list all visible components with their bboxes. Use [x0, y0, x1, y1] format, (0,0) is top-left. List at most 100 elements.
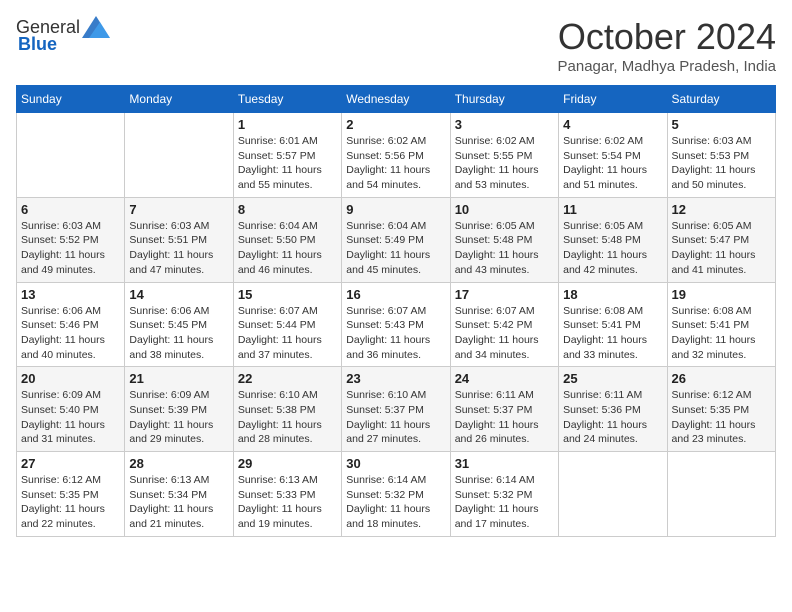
logo-blue: Blue [18, 34, 57, 55]
day-info: Sunrise: 6:14 AMSunset: 5:32 PMDaylight:… [346, 473, 445, 532]
day-number: 1 [238, 117, 337, 132]
calendar-cell: 17 Sunrise: 6:07 AMSunset: 5:42 PMDayligh… [450, 282, 558, 367]
calendar-cell: 8 Sunrise: 6:04 AMSunset: 5:50 PMDaylight… [233, 197, 341, 282]
day-number: 19 [672, 287, 771, 302]
day-number: 17 [455, 287, 554, 302]
calendar-cell: 10 Sunrise: 6:05 AMSunset: 5:48 PMDayligh… [450, 197, 558, 282]
day-number: 27 [21, 456, 120, 471]
day-info: Sunrise: 6:03 AMSunset: 5:52 PMDaylight:… [21, 219, 120, 278]
calendar-cell: 7 Sunrise: 6:03 AMSunset: 5:51 PMDaylight… [125, 197, 233, 282]
weekday-header-tuesday: Tuesday [233, 86, 341, 113]
calendar-cell: 12Sunrise: 6:05 AMSunset: 5:47 PMDayligh… [667, 197, 775, 282]
calendar-cell: 20Sunrise: 6:09 AMSunset: 5:40 PMDayligh… [17, 367, 125, 452]
day-number: 22 [238, 371, 337, 386]
day-info: Sunrise: 6:09 AMSunset: 5:39 PMDaylight:… [129, 388, 228, 447]
day-number: 24 [455, 371, 554, 386]
day-number: 15 [238, 287, 337, 302]
week-row-1: 1Sunrise: 6:01 AMSunset: 5:57 PMDaylight… [17, 113, 776, 198]
calendar-cell: 26 Sunrise: 6:12 AMSunset: 5:35 PMDayligh… [667, 367, 775, 452]
day-number: 13 [21, 287, 120, 302]
calendar-cell: 1Sunrise: 6:01 AMSunset: 5:57 PMDaylight… [233, 113, 341, 198]
weekday-header-row: SundayMondayTuesdayWednesdayThursdayFrid… [17, 86, 776, 113]
calendar-cell: 14Sunrise: 6:06 AMSunset: 5:45 PMDayligh… [125, 282, 233, 367]
day-info: Sunrise: 6:05 AMSunset: 5:48 PMDaylight:… [563, 219, 662, 278]
calendar-cell: 29 Sunrise: 6:13 AMSunset: 5:33 PMDayligh… [233, 452, 341, 537]
calendar-cell: 21Sunrise: 6:09 AMSunset: 5:39 PMDayligh… [125, 367, 233, 452]
calendar-cell: 6 Sunrise: 6:03 AMSunset: 5:52 PMDaylight… [17, 197, 125, 282]
calendar-cell [125, 113, 233, 198]
day-number: 29 [238, 456, 337, 471]
day-info: Sunrise: 6:03 AMSunset: 5:51 PMDaylight:… [129, 219, 228, 278]
month-title: October 2024 [558, 16, 776, 58]
calendar-cell: 27 Sunrise: 6:12 AMSunset: 5:35 PMDayligh… [17, 452, 125, 537]
week-row-2: 6 Sunrise: 6:03 AMSunset: 5:52 PMDaylight… [17, 197, 776, 282]
weekday-header-wednesday: Wednesday [342, 86, 450, 113]
calendar-cell [667, 452, 775, 537]
calendar-cell: 19 Sunrise: 6:08 AMSunset: 5:41 PMDayligh… [667, 282, 775, 367]
weekday-header-friday: Friday [559, 86, 667, 113]
day-info: Sunrise: 6:07 AMSunset: 5:44 PMDaylight:… [238, 304, 337, 363]
day-info: Sunrise: 6:06 AMSunset: 5:46 PMDaylight:… [21, 304, 120, 363]
weekday-header-saturday: Saturday [667, 86, 775, 113]
day-info: Sunrise: 6:13 AMSunset: 5:33 PMDaylight:… [238, 473, 337, 532]
logo: General Blue [16, 16, 110, 55]
day-number: 26 [672, 371, 771, 386]
calendar-cell: 18Sunrise: 6:08 AMSunset: 5:41 PMDayligh… [559, 282, 667, 367]
day-info: Sunrise: 6:05 AMSunset: 5:48 PMDaylight:… [455, 219, 554, 278]
day-number: 7 [129, 202, 228, 217]
day-number: 31 [455, 456, 554, 471]
day-number: 18 [563, 287, 662, 302]
calendar-cell: 3 Sunrise: 6:02 AMSunset: 5:55 PMDaylight… [450, 113, 558, 198]
calendar-cell: 28 Sunrise: 6:13 AMSunset: 5:34 PMDayligh… [125, 452, 233, 537]
day-info: Sunrise: 6:04 AMSunset: 5:50 PMDaylight:… [238, 219, 337, 278]
day-number: 6 [21, 202, 120, 217]
logo-icon [82, 16, 110, 38]
calendar-cell: 11 Sunrise: 6:05 AMSunset: 5:48 PMDayligh… [559, 197, 667, 282]
day-number: 2 [346, 117, 445, 132]
calendar-cell: 23Sunrise: 6:10 AMSunset: 5:37 PMDayligh… [342, 367, 450, 452]
calendar-cell: 31 Sunrise: 6:14 AMSunset: 5:32 PMDayligh… [450, 452, 558, 537]
calendar-cell: 15 Sunrise: 6:07 AMSunset: 5:44 PMDayligh… [233, 282, 341, 367]
weekday-header-monday: Monday [125, 86, 233, 113]
day-number: 8 [238, 202, 337, 217]
day-number: 23 [346, 371, 445, 386]
day-number: 25 [563, 371, 662, 386]
page-header: General Blue October 2024 Panagar, Madhy… [16, 16, 776, 75]
weekday-header-thursday: Thursday [450, 86, 558, 113]
calendar-cell: 30 Sunrise: 6:14 AMSunset: 5:32 PMDayligh… [342, 452, 450, 537]
day-info: Sunrise: 6:13 AMSunset: 5:34 PMDaylight:… [129, 473, 228, 532]
day-number: 20 [21, 371, 120, 386]
calendar-cell: 13 Sunrise: 6:06 AMSunset: 5:46 PMDayligh… [17, 282, 125, 367]
day-info: Sunrise: 6:05 AMSunset: 5:47 PMDaylight:… [672, 219, 771, 278]
calendar-cell: 25 Sunrise: 6:11 AMSunset: 5:36 PMDayligh… [559, 367, 667, 452]
day-number: 9 [346, 202, 445, 217]
day-number: 30 [346, 456, 445, 471]
day-info: Sunrise: 6:02 AMSunset: 5:54 PMDaylight:… [563, 134, 662, 193]
location: Panagar, Madhya Pradesh, India [558, 58, 776, 75]
day-number: 11 [563, 202, 662, 217]
day-number: 10 [455, 202, 554, 217]
calendar-cell: 4Sunrise: 6:02 AMSunset: 5:54 PMDaylight… [559, 113, 667, 198]
day-info: Sunrise: 6:06 AMSunset: 5:45 PMDaylight:… [129, 304, 228, 363]
day-info: Sunrise: 6:04 AMSunset: 5:49 PMDaylight:… [346, 219, 445, 278]
day-info: Sunrise: 6:02 AMSunset: 5:55 PMDaylight:… [455, 134, 554, 193]
day-info: Sunrise: 6:14 AMSunset: 5:32 PMDaylight:… [455, 473, 554, 532]
day-info: Sunrise: 6:12 AMSunset: 5:35 PMDaylight:… [672, 388, 771, 447]
title-block: October 2024 Panagar, Madhya Pradesh, In… [558, 16, 776, 75]
day-number: 28 [129, 456, 228, 471]
day-number: 3 [455, 117, 554, 132]
day-number: 16 [346, 287, 445, 302]
weekday-header-sunday: Sunday [17, 86, 125, 113]
day-info: Sunrise: 6:07 AMSunset: 5:43 PMDaylight:… [346, 304, 445, 363]
day-info: Sunrise: 6:08 AMSunset: 5:41 PMDaylight:… [672, 304, 771, 363]
week-row-4: 20Sunrise: 6:09 AMSunset: 5:40 PMDayligh… [17, 367, 776, 452]
day-info: Sunrise: 6:11 AMSunset: 5:36 PMDaylight:… [563, 388, 662, 447]
day-info: Sunrise: 6:11 AMSunset: 5:37 PMDaylight:… [455, 388, 554, 447]
calendar-cell [559, 452, 667, 537]
calendar-cell: 5Sunrise: 6:03 AMSunset: 5:53 PMDaylight… [667, 113, 775, 198]
day-info: Sunrise: 6:12 AMSunset: 5:35 PMDaylight:… [21, 473, 120, 532]
calendar-cell: 22Sunrise: 6:10 AMSunset: 5:38 PMDayligh… [233, 367, 341, 452]
calendar-cell: 2Sunrise: 6:02 AMSunset: 5:56 PMDaylight… [342, 113, 450, 198]
day-info: Sunrise: 6:07 AMSunset: 5:42 PMDaylight:… [455, 304, 554, 363]
calendar-cell [17, 113, 125, 198]
